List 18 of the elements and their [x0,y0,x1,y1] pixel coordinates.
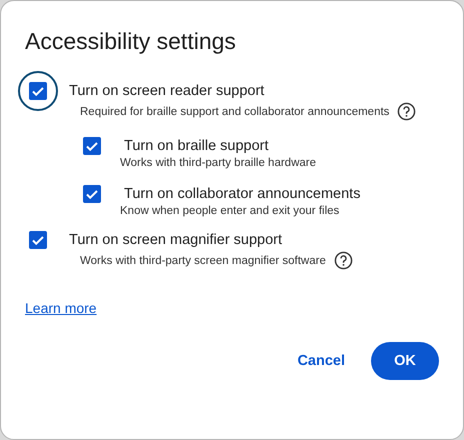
ok-button[interactable]: OK [371,342,439,380]
checkbox[interactable] [29,231,47,249]
checkbox[interactable] [29,82,47,100]
option-description: Know when people enter and exit your files [120,205,340,217]
option-description: Works with third-party braille hardware [120,157,316,169]
option-label: Turn on screen magnifier support [69,232,282,248]
checkbox[interactable] [83,137,101,155]
option-label: Turn on collaborator announcements [124,186,360,202]
option-description: Works with third-party screen magnifier software [80,254,326,266]
cancel-button[interactable]: Cancel [285,342,357,380]
option-description: Required for braille support and collaborator announcements [80,106,390,118]
help-icon[interactable] [334,251,353,270]
option-label: Turn on screen reader support [69,83,264,99]
dialog-title: Accessibility settings [25,27,237,56]
option-label: Turn on braille support [124,138,269,154]
learn-more-link[interactable]: Learn more [25,300,97,316]
help-icon[interactable] [397,102,416,121]
checkbox[interactable] [83,185,101,203]
